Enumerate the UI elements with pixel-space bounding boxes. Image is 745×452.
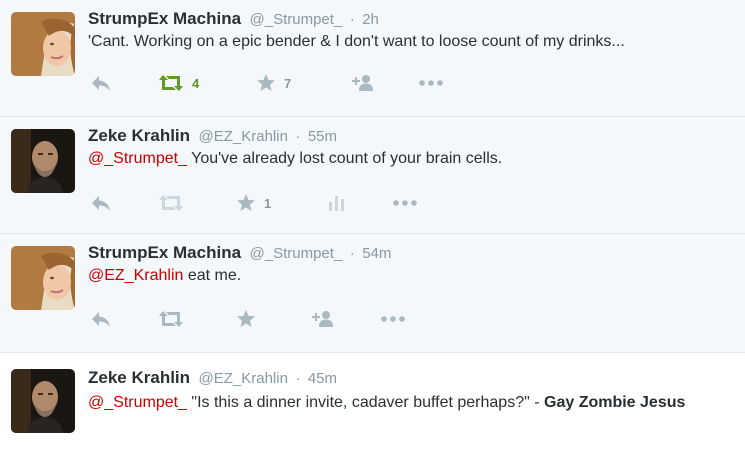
retweet-button[interactable]: [158, 192, 184, 214]
tweet-header: Zeke Krahlin @EZ_Krahlin · 55m: [88, 125, 337, 148]
tweet-header: StrumpEx Machina @_Strumpet_ · 2h: [88, 8, 379, 31]
more-button[interactable]: [380, 308, 406, 330]
separator-dot: ·: [349, 11, 355, 28]
reply-icon: [92, 196, 110, 211]
reply-icon: [92, 312, 110, 327]
tweet-text-bold: Gay Zombie Jesus: [544, 394, 686, 411]
mention-link[interactable]: @_Strumpet_: [88, 150, 187, 167]
star-icon: [257, 74, 275, 91]
timeline: StrumpEx Machina @_Strumpet_ · 2h 'Cant.…: [0, 0, 745, 452]
more-icon: [393, 200, 417, 206]
more-button[interactable]: [392, 192, 418, 214]
tweet[interactable]: StrumpEx Machina @_Strumpet_ · 2h 'Cant.…: [0, 0, 745, 117]
avatar-strumpet[interactable]: [11, 12, 75, 76]
tweet-text: @_Strumpet_ "Is this a dinner invite, ca…: [88, 392, 738, 414]
author-fullname[interactable]: StrumpEx Machina: [88, 243, 241, 262]
tweet-actions: 1: [88, 192, 508, 216]
star-icon: [237, 310, 255, 327]
avatar-krahlin[interactable]: [11, 129, 75, 193]
tweet-timestamp[interactable]: 54m: [362, 245, 391, 262]
tweet-header: Zeke Krahlin @EZ_Krahlin · 45m: [88, 367, 337, 390]
author-fullname[interactable]: StrumpEx Machina: [88, 9, 241, 28]
retweet-button[interactable]: 4: [158, 72, 199, 94]
retweet-count: 4: [192, 75, 200, 91]
reply-button[interactable]: [90, 72, 112, 94]
tweet-timestamp[interactable]: 2h: [362, 11, 379, 28]
more-icon: [381, 316, 405, 322]
separator-dot: ·: [295, 370, 301, 387]
tweet-text-segment: 'Cant. Working on a epic bender & I don'…: [88, 33, 625, 50]
tweet-text: @EZ_Krahlin eat me.: [88, 265, 738, 287]
star-icon: [237, 194, 255, 211]
tweet-header: StrumpEx Machina @_Strumpet_ · 54m: [88, 242, 391, 265]
author-fullname[interactable]: Zeke Krahlin: [88, 368, 190, 387]
tweet-text: @_Strumpet_ You've already lost count of…: [88, 148, 738, 170]
author-username[interactable]: @EZ_Krahlin: [199, 370, 288, 387]
more-icon: [419, 80, 443, 86]
follow-button[interactable]: [348, 72, 374, 94]
author-username[interactable]: @EZ_Krahlin: [199, 128, 288, 145]
favorite-count: 7: [284, 75, 292, 91]
avatar-strumpet[interactable]: [11, 246, 75, 310]
author-username[interactable]: @_Strumpet_: [250, 11, 343, 28]
tweet[interactable]: Zeke Krahlin @EZ_Krahlin · 45m @_Strumpe…: [0, 353, 745, 452]
favorite-count: 1: [264, 195, 272, 211]
more-button[interactable]: [418, 72, 444, 94]
tweet-text: 'Cant. Working on a epic bender & I don'…: [88, 31, 738, 53]
tweet-actions: 4 7: [88, 72, 508, 96]
tweet-actions: [88, 308, 508, 332]
tweet-timestamp[interactable]: 55m: [308, 128, 337, 145]
avatar-krahlin[interactable]: [11, 369, 75, 433]
mention-link[interactable]: @_Strumpet_: [88, 394, 187, 411]
favorite-button[interactable]: [236, 308, 256, 330]
reply-button[interactable]: [90, 308, 112, 330]
stats-icon: [329, 196, 344, 211]
mention-link[interactable]: @EZ_Krahlin: [88, 267, 183, 284]
follow-icon: [312, 311, 333, 327]
follow-icon: [352, 75, 373, 91]
stats-button[interactable]: [328, 192, 346, 214]
tweet-text-segment: eat me.: [183, 267, 242, 284]
separator-dot: ·: [295, 128, 301, 145]
tweet-text-segment: You've already lost count of your brain …: [186, 150, 503, 167]
retweet-icon: [159, 75, 183, 91]
favorite-button[interactable]: 7: [256, 72, 291, 94]
tweet[interactable]: StrumpEx Machina @_Strumpet_ · 54m @EZ_K…: [0, 234, 745, 353]
separator-dot: ·: [349, 245, 355, 262]
author-fullname[interactable]: Zeke Krahlin: [88, 126, 190, 145]
reply-button[interactable]: [90, 192, 112, 214]
retweet-icon: [159, 311, 183, 327]
favorite-button[interactable]: 1: [236, 192, 271, 214]
tweet-text-segment: "Is this a dinner invite, cadaver buffet…: [186, 394, 544, 411]
reply-icon: [92, 76, 110, 91]
retweet-icon: [159, 195, 183, 211]
author-username[interactable]: @_Strumpet_: [250, 245, 343, 262]
retweet-button[interactable]: [158, 308, 184, 330]
follow-button[interactable]: [308, 308, 334, 330]
tweet[interactable]: Zeke Krahlin @EZ_Krahlin · 55m @_Strumpe…: [0, 117, 745, 234]
tweet-timestamp[interactable]: 45m: [308, 370, 337, 387]
